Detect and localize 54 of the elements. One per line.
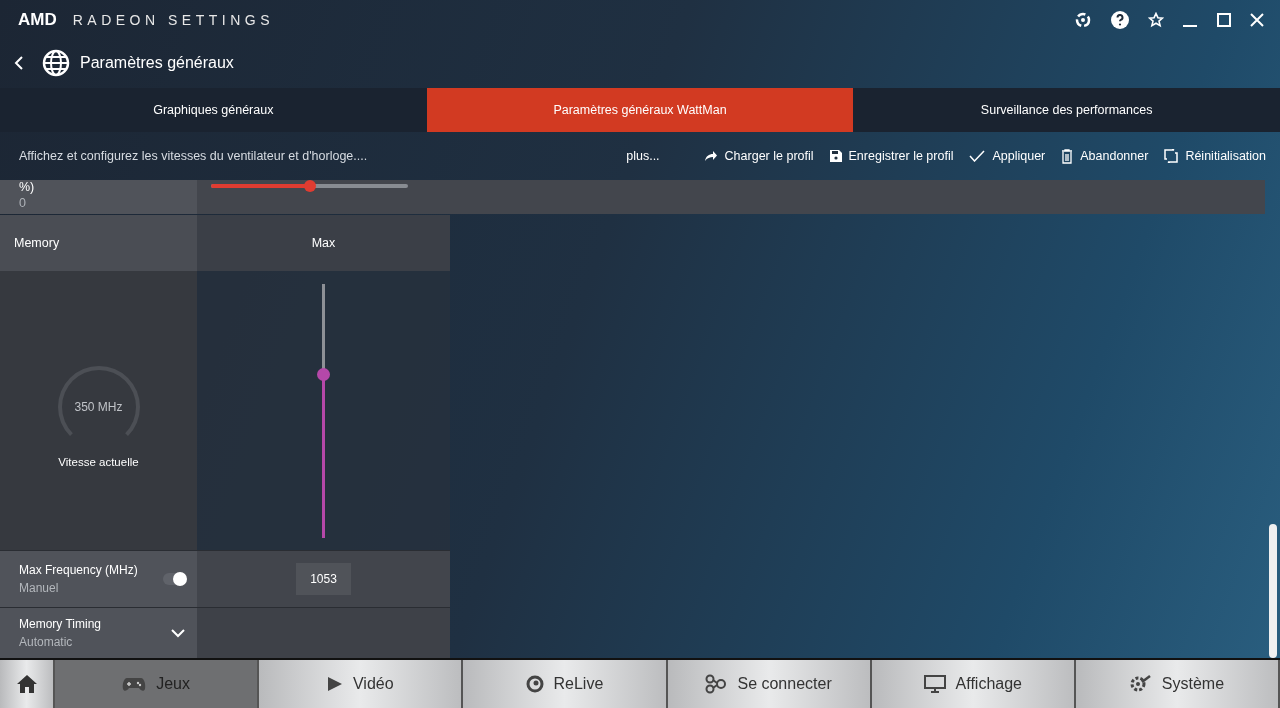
more-link[interactable]: plus... — [626, 149, 660, 163]
monitor-icon — [923, 675, 946, 693]
vertical-slider-track[interactable] — [317, 284, 330, 538]
star-icon[interactable] — [1148, 12, 1164, 28]
trash-icon — [1061, 148, 1074, 164]
frequency-field[interactable]: 1053 — [296, 563, 351, 595]
setting-value: 0 — [19, 196, 27, 210]
nav-tab[interactable]: Vidéo — [259, 660, 464, 708]
toolbar-button[interactable]: Enregistrer le profil — [829, 149, 954, 163]
toolbar-button[interactable]: Réinitialisation — [1164, 149, 1266, 163]
slider-thumb[interactable] — [303, 180, 316, 192]
page-title: Paramètres généraux — [80, 54, 234, 72]
window-title: RADEON SETTINGS — [72, 12, 274, 28]
gamepad-icon — [122, 676, 147, 692]
slider-track[interactable] — [211, 180, 408, 192]
record-ring-icon — [525, 675, 544, 693]
save-icon — [829, 150, 842, 162]
toolbar-button[interactable]: Appliquer — [969, 149, 1046, 163]
gauge-label: Vitesse actuelle — [58, 455, 139, 468]
help-icon[interactable] — [1110, 10, 1130, 30]
section-title: Memory — [0, 215, 197, 271]
slider-thumb[interactable] — [317, 368, 330, 382]
tab[interactable]: Paramètres généraux WattMan — [426, 88, 854, 132]
setting-label: Max Frequency (MHz) — [19, 563, 138, 577]
tab[interactable]: Surveillance des performances — [853, 88, 1280, 132]
tab[interactable]: Graphiques généraux — [0, 88, 427, 132]
connection-nodes-icon — [705, 674, 728, 694]
description-text: Affichez et configurez les vitesses du ventilateur et d'horloge.... — [19, 149, 369, 163]
checkmark-icon — [969, 150, 986, 162]
setting-label: Memory Timing — [19, 617, 101, 631]
toolbar-button[interactable]: Charger le profil — [703, 149, 814, 163]
close-icon[interactable] — [1250, 13, 1264, 27]
home-button[interactable] — [0, 660, 55, 708]
reset-icon — [1164, 149, 1179, 163]
nav-tab[interactable]: Se connecter — [667, 660, 872, 708]
home-icon — [15, 674, 38, 694]
back-icon[interactable] — [14, 56, 24, 70]
setting-mode: Automatic — [19, 635, 74, 649]
nav-tab[interactable]: Système — [1075, 660, 1280, 708]
column-header: Max — [197, 215, 450, 271]
setting-mode: Manuel — [19, 581, 60, 595]
amd-logo-text: AMD — [18, 10, 57, 30]
setting-label: %) — [19, 180, 36, 194]
toggle-switch[interactable] — [163, 573, 185, 585]
globe-icon — [42, 49, 70, 77]
toolbar-button[interactable]: Abandonner — [1061, 148, 1149, 164]
gear-wrench-icon — [1129, 674, 1152, 694]
nav-tab[interactable]: ReLive — [463, 660, 668, 708]
nav-tab[interactable]: Affichage — [871, 660, 1076, 708]
refresh-icon[interactable] — [1074, 11, 1092, 29]
share-arrow-icon — [703, 150, 718, 162]
chevron-icon[interactable] — [171, 628, 185, 638]
maximize-icon[interactable] — [1216, 12, 1232, 28]
play-icon — [326, 676, 343, 692]
